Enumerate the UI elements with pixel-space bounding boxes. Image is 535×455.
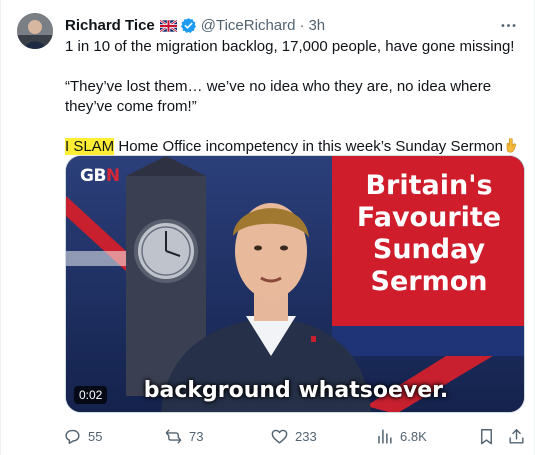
panel-line: Britain's bbox=[365, 170, 493, 201]
action-bar: 55 73 233 6.8K bbox=[57, 424, 529, 448]
like-count: 233 bbox=[295, 428, 317, 444]
video-player[interactable]: GBN Britain's Favourite Sunday Sermon ba… bbox=[65, 155, 525, 413]
tweet-card[interactable]: Richard Tice @TiceRichard · 3h 1 in 10 o… bbox=[0, 0, 535, 455]
tweet-text-line-3-rest: Home Office incompetency in this week’s … bbox=[114, 138, 503, 155]
reply-count: 55 bbox=[88, 428, 103, 444]
display-name[interactable]: Richard Tice bbox=[65, 17, 155, 34]
repost-button[interactable]: 73 bbox=[164, 424, 203, 448]
panel-line: Favourite bbox=[356, 202, 502, 233]
panel-line: Sermon bbox=[370, 266, 488, 297]
flag-uk-icon bbox=[159, 19, 178, 33]
handle[interactable]: @TiceRichard bbox=[201, 17, 296, 34]
sermon-title-panel: Britain's Favourite Sunday Sermon bbox=[332, 156, 524, 326]
avatar[interactable] bbox=[17, 13, 53, 49]
repost-count: 73 bbox=[189, 428, 204, 444]
channel-logo: GBN bbox=[80, 166, 120, 186]
bookmark-icon bbox=[481, 428, 492, 444]
tweet-text: 1 in 10 of the migration backlog, 17,000… bbox=[65, 37, 520, 157]
tweet-text-line-1: 1 in 10 of the migration backlog, 17,000… bbox=[65, 38, 515, 55]
bookmark-button[interactable] bbox=[477, 424, 502, 448]
video-duration: 0:02 bbox=[74, 386, 108, 404]
repost-icon bbox=[165, 428, 182, 444]
verified-badge-icon[interactable] bbox=[180, 17, 197, 34]
like-icon bbox=[271, 429, 288, 444]
views-icon bbox=[378, 428, 392, 444]
highlighted-text: I SLAM bbox=[65, 138, 115, 155]
share-button[interactable] bbox=[507, 424, 532, 448]
tweet-header: Richard Tice @TiceRichard · 3h bbox=[65, 15, 325, 35]
video-caption: background whatsoever. bbox=[143, 378, 449, 403]
like-button[interactable]: 233 bbox=[270, 424, 317, 448]
share-icon bbox=[509, 428, 524, 444]
reply-icon bbox=[65, 429, 80, 444]
views-button[interactable]: 6.8K bbox=[375, 424, 427, 448]
pointing-down-emoji-icon bbox=[504, 138, 519, 153]
panel-line: Sunday bbox=[372, 234, 486, 265]
reply-button[interactable]: 55 bbox=[63, 424, 102, 448]
separator-dot: · bbox=[299, 16, 305, 34]
tweet-text-line-3: I SLAM Home Office incompetency in this … bbox=[65, 137, 520, 157]
more-icon[interactable] bbox=[496, 13, 520, 37]
timestamp[interactable]: 3h bbox=[308, 17, 325, 34]
views-count: 6.8K bbox=[400, 428, 427, 444]
tweet-text-quote: “They’ve lost them… we’ve no idea who th… bbox=[65, 78, 492, 115]
